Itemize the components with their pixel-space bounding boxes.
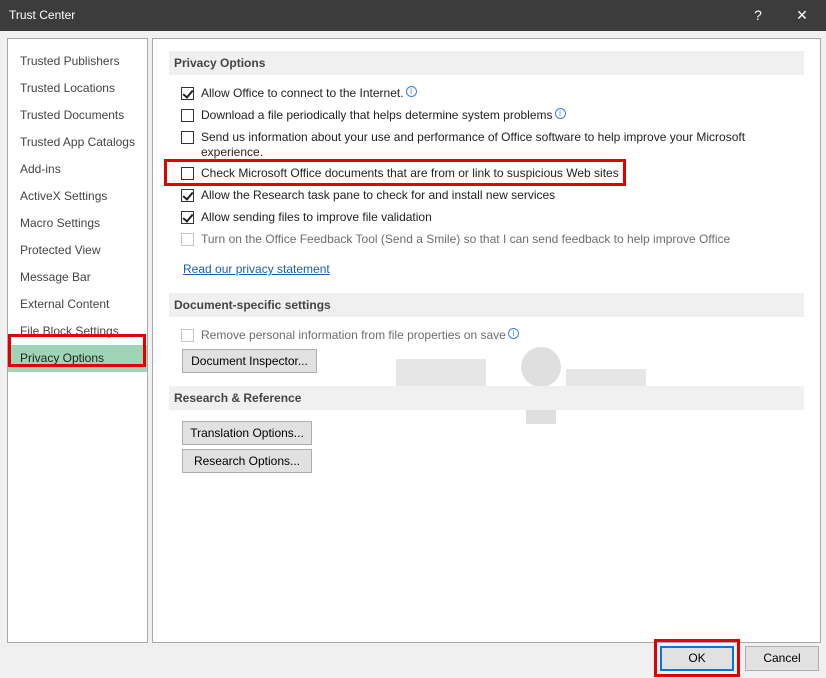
option-label: Allow the Research task pane to check fo… bbox=[201, 188, 556, 202]
nav-item-macro-settings[interactable]: Macro Settings bbox=[8, 210, 147, 237]
option-label: Download a file periodically that helps … bbox=[201, 108, 553, 122]
nav-item-privacy-options[interactable]: Privacy Options bbox=[8, 345, 147, 372]
option-label: Allow Office to connect to the Internet. bbox=[201, 86, 404, 100]
dialog-body: Trusted Publishers Trusted Locations Tru… bbox=[0, 31, 826, 678]
checkbox[interactable] bbox=[181, 87, 194, 100]
option-label: Check Microsoft Office documents that ar… bbox=[201, 166, 619, 180]
privacy-statement-link[interactable]: Read our privacy statement bbox=[183, 262, 330, 276]
checkbox bbox=[181, 329, 194, 342]
option-label: Allow sending files to improve file vali… bbox=[201, 210, 432, 224]
option-label: Send us information about your use and p… bbox=[201, 130, 746, 159]
checkbox[interactable] bbox=[181, 109, 194, 122]
nav-item-external-content[interactable]: External Content bbox=[8, 291, 147, 318]
research-options-button[interactable]: Research Options... bbox=[182, 449, 312, 473]
window-title: Trust Center bbox=[9, 8, 76, 22]
nav-item-trusted-app-catalogs[interactable]: Trusted App Catalogs bbox=[8, 129, 147, 156]
help-button[interactable]: ? bbox=[738, 0, 778, 31]
ok-button[interactable]: OK bbox=[660, 646, 734, 671]
category-nav: Trusted Publishers Trusted Locations Tru… bbox=[7, 38, 148, 643]
option-label: Remove personal information from file pr… bbox=[201, 328, 506, 342]
info-icon[interactable]: i bbox=[405, 86, 417, 97]
nav-item-protected-view[interactable]: Protected View bbox=[8, 237, 147, 264]
nav-item-trusted-locations[interactable]: Trusted Locations bbox=[8, 75, 147, 102]
checkbox[interactable] bbox=[181, 167, 194, 180]
settings-panel: Privacy Options Allow Office to connect … bbox=[152, 38, 821, 643]
info-icon[interactable]: i bbox=[554, 108, 566, 119]
document-inspector-button[interactable]: Document Inspector... bbox=[182, 349, 317, 373]
cancel-button[interactable]: Cancel bbox=[745, 646, 819, 671]
nav-item-activex-settings[interactable]: ActiveX Settings bbox=[8, 183, 147, 210]
close-button[interactable]: ✕ bbox=[782, 0, 822, 31]
nav-item-message-bar[interactable]: Message Bar bbox=[8, 264, 147, 291]
checkbox[interactable] bbox=[181, 211, 194, 224]
checkbox[interactable] bbox=[181, 131, 194, 144]
nav-item-trusted-documents[interactable]: Trusted Documents bbox=[8, 102, 147, 129]
nav-item-trusted-publishers[interactable]: Trusted Publishers bbox=[8, 48, 147, 75]
document-settings-header: Document-specific settings bbox=[169, 293, 804, 317]
nav-item-add-ins[interactable]: Add-ins bbox=[8, 156, 147, 183]
option-label: Turn on the Office Feedback Tool (Send a… bbox=[201, 232, 731, 246]
info-icon[interactable]: i bbox=[507, 328, 519, 339]
checkbox bbox=[181, 233, 194, 246]
title-bar: Trust Center ? ✕ bbox=[0, 0, 826, 31]
research-reference-header: Research & Reference bbox=[169, 386, 804, 410]
privacy-options-header: Privacy Options bbox=[169, 51, 804, 75]
watermark-logo-icon bbox=[396, 347, 646, 424]
nav-item-file-block-settings[interactable]: File Block Settings bbox=[8, 318, 147, 345]
checkbox[interactable] bbox=[181, 189, 194, 202]
translation-options-button[interactable]: Translation Options... bbox=[182, 421, 312, 445]
